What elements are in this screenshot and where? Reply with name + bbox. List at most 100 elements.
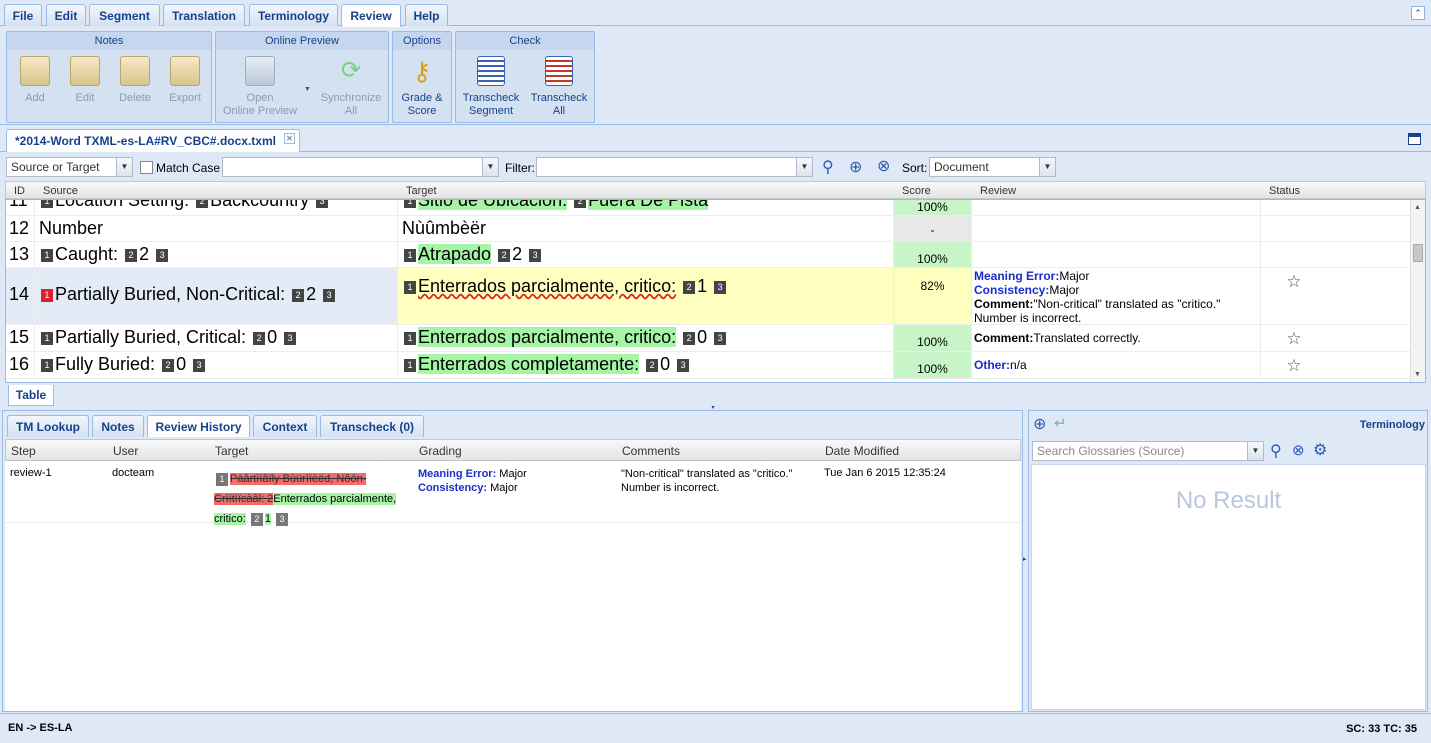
segment-target[interactable]: 1 Enterrados parcialmente, critico: 20 3 <box>398 325 894 351</box>
segment-source[interactable]: 1 Partially Buried, Non-Critical: 22 3 <box>35 268 398 324</box>
export-note-button[interactable]: Export <box>159 54 211 105</box>
document-tab[interactable]: *2014-Word TXML-es-LA#RV_CBC#.docx.txml … <box>6 129 300 152</box>
preview-icon <box>245 56 275 86</box>
segment-review <box>972 216 1261 241</box>
menu-edit[interactable]: Edit <box>46 4 86 26</box>
segment-source[interactable]: 1 Caught: 22 3 <box>35 242 398 267</box>
col-grading[interactable]: Grading <box>419 444 462 458</box>
tab-tm-lookup[interactable]: TM Lookup <box>7 415 89 437</box>
status-bar: EN -> ES-LA SC: 33 TC: 35 <box>0 713 1431 743</box>
advanced-search-icon[interactable]: ⊕ <box>849 157 862 177</box>
menu-segment[interactable]: Segment <box>89 4 160 26</box>
tab-context[interactable]: Context <box>253 415 317 437</box>
segment-row[interactable]: 15 1 Partially Buried, Critical: 20 3 1 En… <box>6 325 1411 352</box>
segment-row[interactable]: 11 1 Location Setting: 2 Backcountry 3 1 Si… <box>6 200 1411 216</box>
tab-notes[interactable]: Notes <box>92 415 144 437</box>
filter-label: Filter: <box>505 161 535 175</box>
search-icon[interactable]: ⚲ <box>822 157 834 177</box>
segment-status <box>1261 200 1411 215</box>
grade-score-button[interactable]: ⚷ Grade & Score <box>396 54 448 118</box>
col-comments[interactable]: Comments <box>622 444 680 458</box>
star-icon[interactable]: ☆ <box>1261 325 1327 351</box>
tab-review-history[interactable]: Review History <box>147 415 250 437</box>
segment-source[interactable]: 1 Fully Buried: 20 3 <box>35 352 398 378</box>
segment-row[interactable]: 16 1 Fully Buried: 20 3 1 Enterrados compl… <box>6 352 1411 379</box>
segment-target[interactable]: 1 Sitio de Ubicación: 2 Fuera De Pista <box>398 200 894 215</box>
table-view-tab[interactable]: Table <box>8 385 54 406</box>
segment-row-selected[interactable]: 14 1 Partially Buried, Non-Critical: 22 3… <box>6 268 1411 325</box>
group-title: Check <box>456 32 594 50</box>
collapse-ribbon-icon[interactable]: ⌃ <box>1411 6 1425 20</box>
synchronize-all-button[interactable]: ⟳ Synchronize All <box>316 54 386 118</box>
segment-target[interactable]: Nùûmbèër <box>398 216 894 241</box>
edit-note-icon <box>70 56 100 86</box>
segment-review: Other:n/a <box>972 352 1261 378</box>
col-review[interactable]: Review <box>980 185 1016 197</box>
transcheck-all-icon <box>545 56 573 86</box>
segment-target[interactable]: 1 Atrapado 22 3 <box>398 242 894 267</box>
segment-target[interactable]: 1 Enterrados completamente: 20 3 <box>398 352 894 378</box>
close-tab-icon[interactable]: ✕ <box>284 133 295 144</box>
search-input[interactable]: ▼ <box>222 157 499 177</box>
segment-id: 13 <box>6 242 35 267</box>
menu-terminology[interactable]: Terminology <box>249 4 338 26</box>
options-group: Options ⚷ Grade & Score <box>392 31 452 123</box>
clear-search-icon[interactable]: ⊗ <box>1292 441 1305 459</box>
menu-file[interactable]: File <box>4 4 42 26</box>
col-status[interactable]: Status <box>1269 185 1300 197</box>
add-term-icon[interactable]: ⊕ <box>1033 414 1046 434</box>
group-title: Online Preview <box>216 32 388 50</box>
transcheck-segment-button[interactable]: Transcheck Segment <box>458 54 524 118</box>
col-step[interactable]: Step <box>11 444 36 458</box>
segment-review <box>972 242 1261 267</box>
search-icon[interactable]: ⚲ <box>1270 441 1282 461</box>
insert-term-icon[interactable]: ↵ <box>1054 414 1067 432</box>
segment-review: Comment:Translated correctly. <box>972 325 1261 351</box>
side-collapse-icon[interactable]: ▸ <box>1023 555 1027 563</box>
maximize-icon[interactable] <box>1408 133 1421 145</box>
ribbon: Notes Add Edit Delete Export Online Prev… <box>0 27 1431 125</box>
col-id[interactable]: ID <box>14 185 25 197</box>
sort-select[interactable]: Document ▼ <box>929 157 1056 177</box>
filter-input[interactable]: ▼ <box>536 157 813 177</box>
col-date-modified[interactable]: Date Modified <box>825 444 899 458</box>
col-target[interactable]: Target <box>215 444 248 458</box>
menu-translation[interactable]: Translation <box>163 4 245 26</box>
chevron-down-icon[interactable]: ▼ <box>304 86 311 93</box>
segment-row[interactable]: 13 1 Caught: 22 3 1 Atrapado 22 3 100% <box>6 242 1411 268</box>
col-target[interactable]: Target <box>406 185 437 197</box>
transcheck-all-button[interactable]: Transcheck All <box>526 54 592 118</box>
col-score[interactable]: Score <box>902 185 931 197</box>
notes-group: Notes Add Edit Delete Export <box>6 31 212 123</box>
delete-note-button[interactable]: Delete <box>109 54 161 105</box>
search-scope-select[interactable]: Source or Target ▼ <box>6 157 133 177</box>
glossary-search-input[interactable]: Search Glossaries (Source) ▼ <box>1032 441 1264 461</box>
segment-source[interactable]: 1 Location Setting: 2 Backcountry 3 <box>35 200 398 215</box>
col-source[interactable]: Source <box>43 185 78 197</box>
segment-score: - <box>894 216 972 241</box>
chevron-down-icon: ▼ <box>482 158 498 176</box>
menu-review[interactable]: Review <box>341 4 401 27</box>
group-title: Options <box>393 32 451 50</box>
edit-note-button[interactable]: Edit <box>59 54 111 105</box>
segment-row[interactable]: 12 Number Nùûmbèër - <box>6 216 1411 242</box>
segment-source[interactable]: Number <box>35 216 398 241</box>
scroll-thumb[interactable] <box>1413 244 1423 262</box>
clear-search-icon[interactable]: ⊗ <box>877 156 890 176</box>
segment-target-editor[interactable]: 1 Enterrados parcialmente, critico: 21 3 <box>398 268 894 324</box>
star-icon[interactable]: ☆ <box>1261 352 1327 378</box>
gear-icon[interactable]: ⚙ <box>1313 440 1327 460</box>
history-row[interactable]: review-1 docteam 1 Pàârtìïâïly Bùürìïèëd,… <box>5 461 1021 526</box>
col-user[interactable]: User <box>113 444 138 458</box>
match-case-checkbox[interactable] <box>140 161 153 174</box>
tab-transcheck[interactable]: Transcheck (0) <box>320 415 424 437</box>
segment-counts: SC: 33 TC: 35 <box>1346 723 1417 735</box>
star-icon[interactable]: ☆ <box>1261 268 1327 324</box>
open-online-preview-button[interactable]: Open Online Preview <box>220 54 300 118</box>
segment-source[interactable]: 1 Partially Buried, Critical: 20 3 <box>35 325 398 351</box>
grid-scrollbar[interactable]: ▲ ▼ <box>1410 200 1425 382</box>
add-note-button[interactable]: Add <box>9 54 61 105</box>
menu-help[interactable]: Help <box>405 4 448 26</box>
segment-status <box>1327 268 1411 324</box>
transcheck-segment-icon <box>477 56 505 86</box>
